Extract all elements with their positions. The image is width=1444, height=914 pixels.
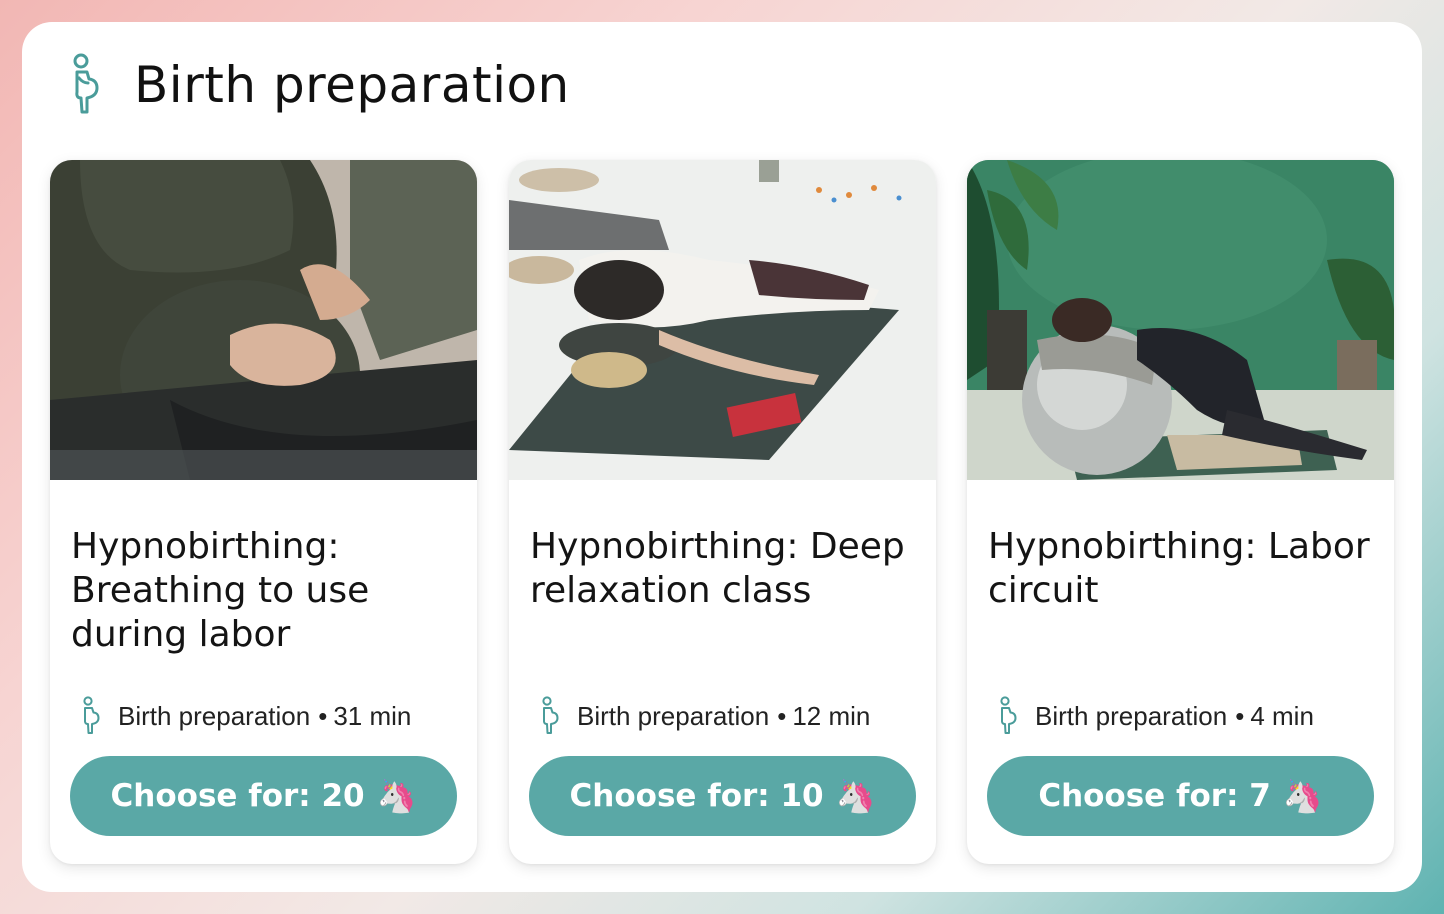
class-duration: 12 min xyxy=(792,700,871,731)
class-title[interactable]: Hypnobirthing: Deep relaxation class xyxy=(530,525,920,613)
birth-preparation-panel: Birth preparation Hypnobirthing: Breathi… xyxy=(22,22,1422,892)
pregnant-person-icon xyxy=(995,696,1019,736)
choose-class-button[interactable]: Choose for: 10 🦄 xyxy=(529,756,916,836)
page-title: Birth preparation xyxy=(134,56,570,114)
class-duration: 4 min xyxy=(1250,700,1314,731)
class-title[interactable]: Hypnobirthing: Labor circuit xyxy=(988,525,1378,613)
meta-separator: • xyxy=(318,700,328,731)
class-card[interactable]: Hypnobirthing: Breathing to use during l… xyxy=(50,160,477,864)
choose-button-label: Choose for: 20 xyxy=(110,778,365,814)
class-thumbnail[interactable] xyxy=(50,160,477,480)
class-thumbnail[interactable] xyxy=(509,160,936,480)
class-meta: Birth preparation • 31 min xyxy=(78,696,411,736)
pregnant-person-icon xyxy=(537,696,561,736)
unicorn-icon: 🦄 xyxy=(835,777,876,815)
class-category: Birth preparation xyxy=(1035,700,1228,731)
class-card[interactable]: Hypnobirthing: Labor circuit Birth prepa… xyxy=(967,160,1394,864)
class-category: Birth preparation xyxy=(118,700,311,731)
meta-separator: • xyxy=(777,700,787,731)
meta-separator: • xyxy=(1235,700,1245,731)
class-title[interactable]: Hypnobirthing: Breathing to use during l… xyxy=(71,525,461,657)
pregnant-person-icon xyxy=(66,52,102,118)
class-card[interactable]: Hypnobirthing: Deep relaxation class Bir… xyxy=(509,160,936,864)
section-header: Birth preparation xyxy=(66,52,570,118)
pregnant-person-icon xyxy=(78,696,102,736)
unicorn-icon: 🦄 xyxy=(376,777,417,815)
class-duration: 31 min xyxy=(333,700,412,731)
choose-button-label: Choose for: 7 xyxy=(1038,778,1271,814)
choose-class-button[interactable]: Choose for: 7 🦄 xyxy=(987,756,1374,836)
class-category: Birth preparation xyxy=(577,700,770,731)
class-meta: Birth preparation • 4 min xyxy=(995,696,1314,736)
class-thumbnail[interactable] xyxy=(967,160,1394,480)
unicorn-icon: 🦄 xyxy=(1282,777,1323,815)
class-meta: Birth preparation • 12 min xyxy=(537,696,870,736)
choose-button-label: Choose for: 10 xyxy=(569,778,824,814)
choose-class-button[interactable]: Choose for: 20 🦄 xyxy=(70,756,457,836)
